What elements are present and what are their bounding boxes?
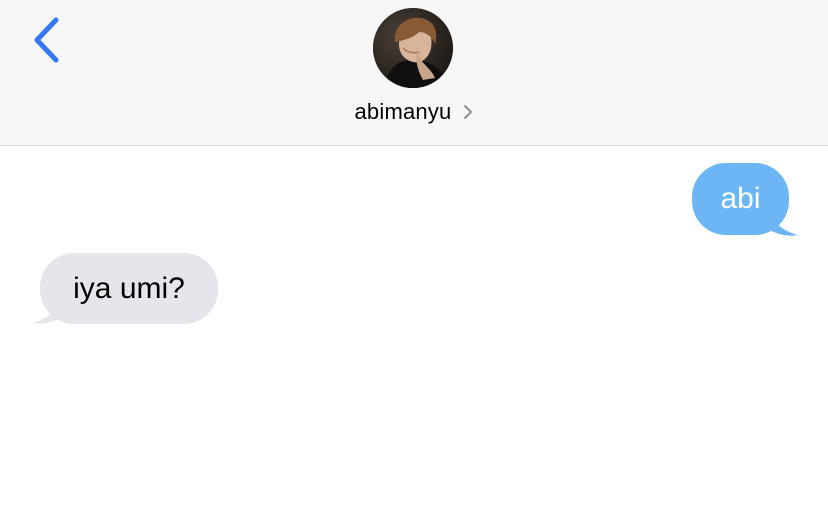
- outgoing-message-bubble[interactable]: abi: [692, 163, 789, 235]
- message-text: abi: [720, 182, 761, 215]
- contact-info-button[interactable]: abimanyu: [0, 96, 828, 128]
- chevron-left-icon: [34, 17, 59, 63]
- back-button[interactable]: [26, 12, 70, 68]
- incoming-message-bubble[interactable]: iya umi?: [40, 253, 218, 324]
- message-text: iya umi?: [73, 271, 185, 305]
- contact-name: abimanyu: [354, 99, 452, 124]
- contact-photo: [373, 8, 453, 88]
- chevron-right-icon: [463, 105, 472, 119]
- conversation-header: abimanyu: [0, 0, 828, 146]
- avatar[interactable]: [373, 8, 453, 88]
